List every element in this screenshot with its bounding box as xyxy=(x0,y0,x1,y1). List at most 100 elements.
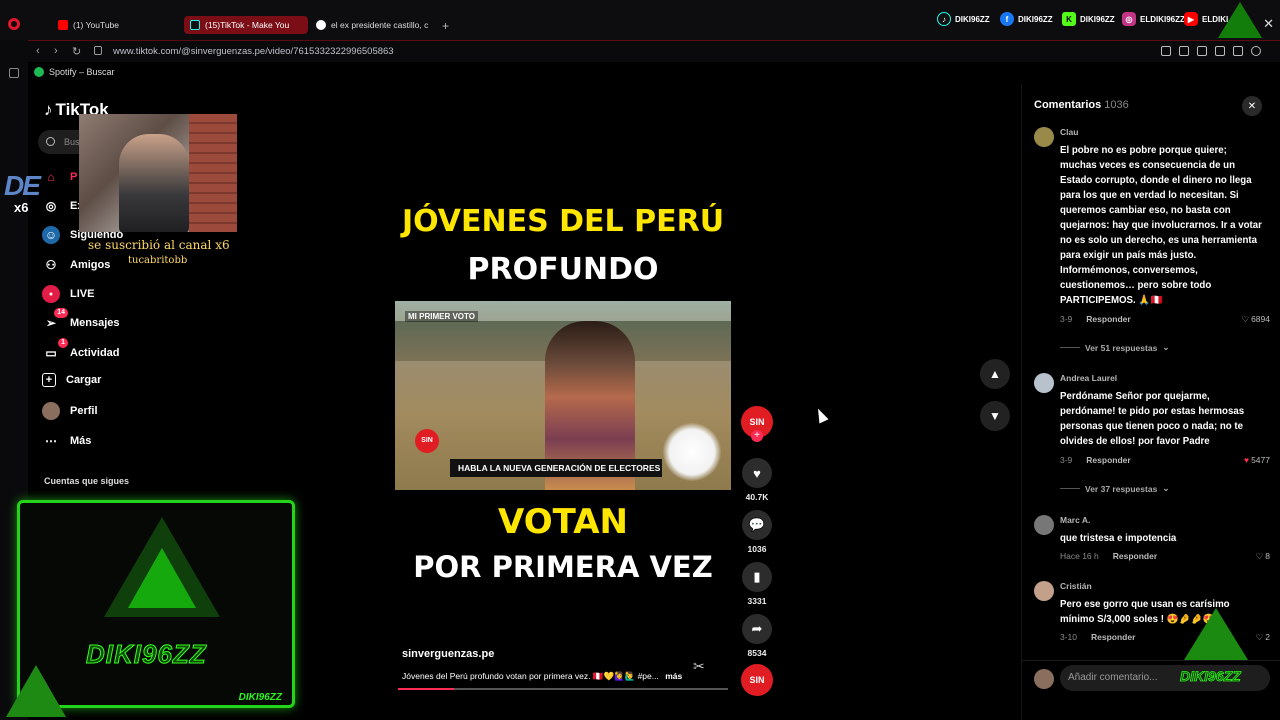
heart-icon: ♡ xyxy=(1255,632,1264,642)
tab-tiktok[interactable]: (15)TikTok - Make You xyxy=(184,16,308,34)
reply-button[interactable]: Responder xyxy=(1086,314,1130,324)
instagram-icon: ◎ xyxy=(1122,12,1136,26)
webcam-wall xyxy=(189,114,237,232)
forward-icon[interactable]: › xyxy=(54,45,58,57)
upload-icon: + xyxy=(42,373,56,387)
translate-icon[interactable] xyxy=(1215,46,1225,56)
shield-icon[interactable] xyxy=(1197,46,1207,56)
streamer-tag: DIKI96ZZ xyxy=(238,692,282,703)
video-progress[interactable] xyxy=(398,688,728,690)
nav-messages[interactable]: ➢ 14 Mensajes xyxy=(42,308,120,332)
heart-icon: ♡ xyxy=(1241,314,1250,324)
comment-like-button[interactable]: ♡ 2 xyxy=(1256,632,1270,643)
social-facebook: f DIKI96ZZ xyxy=(1000,12,1053,26)
avatar[interactable] xyxy=(1034,515,1054,535)
chevron-down-icon: ▼ xyxy=(989,409,1001,423)
lower-third: HABLA LA NUEVA GENERACIÓN DE ELECTORES xyxy=(450,459,662,477)
sound-avatar[interactable]: SIN xyxy=(741,664,773,696)
reply-button[interactable]: Responder xyxy=(1113,551,1157,561)
activity-icon: ▭ 1 xyxy=(42,338,68,362)
comment-item: Clau El pobre no es pobre porque quiere;… xyxy=(1034,127,1270,337)
subscription-alert: se suscribió al canal x6 xyxy=(88,238,230,252)
facebook-icon: f xyxy=(1000,12,1014,26)
next-video-button[interactable]: ▼ xyxy=(980,401,1010,431)
tab-youtube[interactable]: (1) YouTube xyxy=(58,16,119,34)
back-icon[interactable]: ‹ xyxy=(36,45,40,57)
comment-icon: 💬 xyxy=(742,510,772,540)
opera-logo-icon[interactable] xyxy=(8,18,20,30)
more-icon: ⋯ xyxy=(45,434,57,448)
new-tab-button[interactable]: + xyxy=(442,19,449,33)
heart-icon: ♥ xyxy=(742,458,772,488)
heart-filled-icon: ♥ xyxy=(1244,455,1250,465)
lightning-icon xyxy=(128,548,196,608)
nav-profile[interactable]: Perfil xyxy=(42,402,98,420)
share-icon: ➦ xyxy=(742,614,772,644)
view-replies-button[interactable]: Ver 51 respuestas ⌄ xyxy=(1060,342,1169,353)
creator-avatar[interactable]: SIN + xyxy=(741,406,773,442)
bookmarks-bar: Spotify – Buscar xyxy=(28,62,1280,84)
avatar xyxy=(42,402,60,420)
like-button[interactable]: ♥ 40.7K xyxy=(741,458,773,502)
pin-icon[interactable] xyxy=(1161,46,1171,56)
nav-friends[interactable]: ⚇ Amigos xyxy=(42,256,111,274)
webcam-overlay xyxy=(79,114,237,232)
more-link[interactable]: más xyxy=(665,671,682,681)
play-icon[interactable] xyxy=(1233,46,1243,56)
kick-icon: K xyxy=(1062,12,1076,26)
reload-icon[interactable]: ↻ xyxy=(72,45,81,58)
snapshot-icon[interactable] xyxy=(1179,46,1189,56)
heart-icon[interactable] xyxy=(1251,46,1261,56)
follow-plus-icon[interactable]: + xyxy=(751,430,763,442)
following-accounts-title: Cuentas que sigues xyxy=(44,476,130,486)
following-icon: ☺ xyxy=(42,226,60,244)
avatar[interactable] xyxy=(1034,373,1054,393)
share-button[interactable]: ➦ 8534 xyxy=(741,614,773,658)
video-title-line3: VOTAN xyxy=(498,502,628,542)
previous-video-button[interactable]: ▲ xyxy=(980,359,1010,389)
bookmark-icon: ▮ xyxy=(742,562,772,592)
address-bar: ‹ › ↻ www.tiktok.com/@sinverguenzas.pe/v… xyxy=(28,40,1280,62)
comment-like-button[interactable]: ♡ 6894 xyxy=(1241,314,1270,325)
avatar[interactable] xyxy=(1034,581,1054,601)
browser-tab-bar: (1) YouTube (15)TikTok - Make You el ex … xyxy=(0,0,1280,40)
chevron-up-icon: ▲ xyxy=(989,367,1001,381)
video-author[interactable]: sinverguenzas.pe xyxy=(402,648,494,660)
url-field[interactable]: www.tiktok.com/@sinverguenzas.pe/video/7… xyxy=(113,46,394,57)
close-window-icon[interactable]: ✕ xyxy=(1263,16,1274,32)
close-icon: ✕ xyxy=(1247,100,1257,112)
spotify-icon xyxy=(34,67,44,77)
corner-logo-icon xyxy=(6,665,66,717)
bookmark-spotify[interactable]: Spotify – Buscar xyxy=(34,67,115,77)
video-player[interactable]: JÓVENES DEL PERÚ PROFUNDO MI PRIMER VOTO… xyxy=(395,84,731,692)
add-comment-bar: Añadir comentario... xyxy=(1022,660,1280,720)
video-description: Jóvenes del Perú profundo votan por prim… xyxy=(402,671,683,681)
comment-like-button[interactable]: ♡ 8 xyxy=(1256,551,1270,562)
comment-button[interactable]: 💬 1036 xyxy=(741,510,773,554)
video-frame: MI PRIMER VOTO SIN HABLA LA NUEVA GENERA… xyxy=(395,301,731,490)
nav-live[interactable]: ● LIVE xyxy=(42,285,94,303)
avatar[interactable] xyxy=(1034,127,1054,147)
heart-icon: ♡ xyxy=(1255,551,1264,561)
chevron-down-icon: ⌄ xyxy=(1162,342,1170,352)
search-icon xyxy=(46,137,55,146)
streamer-name: DIKI96ZZ xyxy=(86,639,207,670)
nav-more[interactable]: ⋯ Más xyxy=(42,432,91,450)
reply-button[interactable]: Responder xyxy=(1086,455,1130,465)
webcam-person xyxy=(119,134,189,232)
tab-google[interactable]: el ex presidente castillo, c xyxy=(316,16,434,34)
view-replies-button[interactable]: Ver 37 respuestas ⌄ xyxy=(1060,483,1169,494)
save-button[interactable]: ▮ 3331 xyxy=(741,562,773,606)
comment-item: Andrea Laurel Perdóname Señor por quejar… xyxy=(1034,373,1270,473)
video-title-line4: POR PRIMERA VEZ xyxy=(413,550,713,584)
nav-activity[interactable]: ▭ 1 Actividad xyxy=(42,338,120,362)
sound-disc-icon: SIN xyxy=(741,664,773,696)
reply-button[interactable]: Responder xyxy=(1091,632,1135,642)
video-flare xyxy=(663,423,721,481)
nav-upload[interactable]: + Cargar xyxy=(42,373,101,387)
social-kick: K DIKI96ZZ xyxy=(1062,12,1115,26)
google-icon xyxy=(316,20,326,30)
close-comments-button[interactable]: ✕ xyxy=(1242,96,1262,116)
comment-like-button[interactable]: ♥ 5477 xyxy=(1244,455,1270,465)
workspace-icon[interactable] xyxy=(9,68,19,78)
